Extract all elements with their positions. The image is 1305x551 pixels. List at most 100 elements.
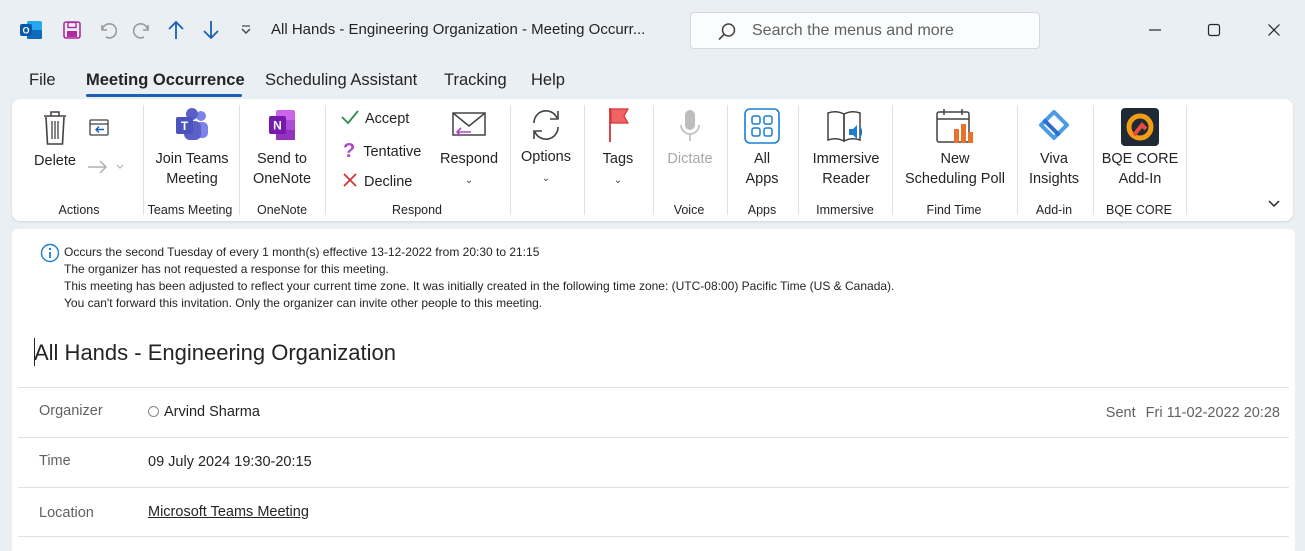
svg-text:T: T: [181, 119, 189, 133]
tab-help[interactable]: Help: [531, 71, 565, 90]
search-box[interactable]: Search the menus and more: [690, 12, 1040, 49]
separator: [1093, 105, 1094, 215]
window-title: All Hands - Engineering Organization - M…: [271, 21, 646, 38]
envelope-reply-icon: [436, 107, 502, 149]
sent-label: Sent: [1105, 405, 1136, 421]
immersive-reader-button[interactable]: Immersive Reader: [806, 107, 886, 189]
organizer-label: Organizer: [39, 403, 103, 419]
separator: [1186, 105, 1187, 215]
scheduling-poll-icon: [900, 107, 1010, 149]
location-label: Location: [39, 505, 94, 521]
tab-tracking[interactable]: Tracking: [444, 71, 507, 90]
title-bar: O All Hands - Engineering Organization -…: [0, 0, 1305, 62]
separator: [510, 105, 511, 215]
group-label-onenote: OneNote: [256, 203, 308, 217]
separator: [727, 105, 728, 215]
search-icon: [717, 22, 737, 47]
sync-arrows-icon: [515, 105, 577, 147]
tab-meeting-occurrence[interactable]: Meeting Occurrence: [86, 71, 245, 90]
chevron-down-icon: ⌄: [541, 173, 551, 184]
separator: [1017, 105, 1018, 215]
separator: [584, 105, 585, 215]
decline-label: Decline: [364, 174, 413, 190]
bqe-core-label-2: Add-In: [1118, 171, 1162, 187]
location-link[interactable]: Microsoft Teams Meeting: [148, 504, 309, 520]
bqe-core-icon: [1100, 107, 1180, 149]
options-label: Options: [521, 149, 571, 165]
tags-button[interactable]: Tags ⌄: [594, 105, 642, 191]
divider: [18, 387, 1289, 388]
meeting-subject[interactable]: All Hands - Engineering Organization: [34, 340, 396, 366]
maximize-button[interactable]: [1202, 18, 1226, 42]
organizer-name: Arvind Sharma: [164, 404, 260, 420]
organizer-value[interactable]: Arvind Sharma: [148, 404, 260, 420]
respond-button[interactable]: Respond ⌄: [436, 107, 502, 191]
group-label-teams-meeting: Teams Meeting: [147, 203, 233, 217]
outlook-app-icon: O: [17, 16, 45, 44]
question-mark-icon: ?: [343, 140, 356, 162]
tags-label: Tags: [602, 151, 634, 167]
viva-insights-label-1: Viva: [1040, 151, 1068, 167]
next-item-icon[interactable]: [197, 16, 225, 44]
svg-text:O: O: [22, 26, 29, 36]
all-apps-button[interactable]: All Apps: [734, 107, 790, 189]
move-to-calendar-icon[interactable]: [88, 117, 110, 142]
tab-file[interactable]: File: [29, 71, 56, 90]
dictate-button[interactable]: Dictate: [660, 107, 720, 169]
send-to-onenote-button[interactable]: N Send to OneNote: [246, 107, 318, 189]
flag-icon: [594, 105, 642, 149]
group-label-voice: Voice: [673, 203, 705, 217]
time-value: 09 July 2024 19:30-20:15: [148, 454, 312, 470]
new-scheduling-poll-button[interactable]: New Scheduling Poll: [900, 107, 1010, 189]
viva-insights-button[interactable]: Viva Insights: [1024, 107, 1084, 189]
viva-insights-icon: [1024, 107, 1084, 149]
divider: [18, 437, 1289, 438]
separator: [143, 105, 144, 215]
time-label: Time: [39, 453, 71, 469]
save-icon[interactable]: [58, 16, 86, 44]
trash-icon: [27, 107, 83, 151]
scheduling-poll-label-2: Scheduling Poll: [905, 171, 1005, 187]
accept-label: Accept: [365, 111, 410, 127]
tentative-label: Tentative: [363, 143, 422, 160]
info-line-recurrence: Occurs the second Tuesday of every 1 mon…: [64, 245, 540, 259]
accept-button[interactable]: Accept: [340, 109, 409, 129]
respond-label: Respond: [439, 151, 499, 167]
redo-icon[interactable]: [129, 16, 157, 44]
separator: [239, 105, 240, 215]
ribbon: Delete Actions T Join Teams Meeting Team…: [12, 99, 1293, 221]
viva-insights-label-2: Insights: [1029, 171, 1079, 187]
bqe-core-add-in-button[interactable]: BQE CORE Add-In: [1100, 107, 1180, 189]
decline-button[interactable]: Decline: [340, 172, 412, 192]
immersive-reader-label-1: Immersive: [812, 151, 880, 167]
tab-scheduling-assistant[interactable]: Scheduling Assistant: [265, 71, 417, 90]
microphone-icon: [660, 107, 720, 149]
close-button[interactable]: [1262, 18, 1286, 42]
separator: [653, 105, 654, 215]
delete-button[interactable]: Delete: [27, 107, 83, 171]
undo-icon[interactable]: [93, 16, 121, 44]
customize-toolbar-icon[interactable]: [232, 16, 260, 44]
tentative-button[interactable]: ? Tentative: [340, 140, 421, 163]
info-line-response: The organizer has not requested a respon…: [64, 262, 389, 276]
options-button[interactable]: Options ⌄: [515, 105, 577, 189]
divider: [18, 487, 1289, 488]
group-label-bqe-core: BQE CORE: [1106, 203, 1172, 217]
minimize-button[interactable]: [1143, 18, 1167, 42]
onenote-label-2: OneNote: [252, 171, 312, 187]
immersive-reader-label-2: Reader: [822, 171, 870, 187]
previous-item-icon[interactable]: [162, 16, 190, 44]
group-label-add-in: Add-in: [1035, 203, 1073, 217]
all-apps-label-2: Apps: [745, 171, 779, 187]
join-teams-meeting-button[interactable]: T Join Teams Meeting: [150, 107, 234, 189]
chevron-down-icon: ⌄: [464, 175, 474, 186]
join-teams-label-2: Meeting: [166, 171, 218, 187]
group-label-apps: Apps: [747, 203, 777, 217]
onenote-icon: N: [246, 107, 318, 149]
sent-field: Sent Fri 11-02-2022 20:28: [1106, 405, 1280, 421]
presence-status-icon: [148, 406, 159, 417]
apps-grid-icon: [734, 107, 790, 149]
ribbon-expand-chevron-icon[interactable]: [1267, 197, 1281, 215]
book-speaker-icon: [806, 107, 886, 149]
forward-arrow-icon[interactable]: [86, 157, 126, 182]
